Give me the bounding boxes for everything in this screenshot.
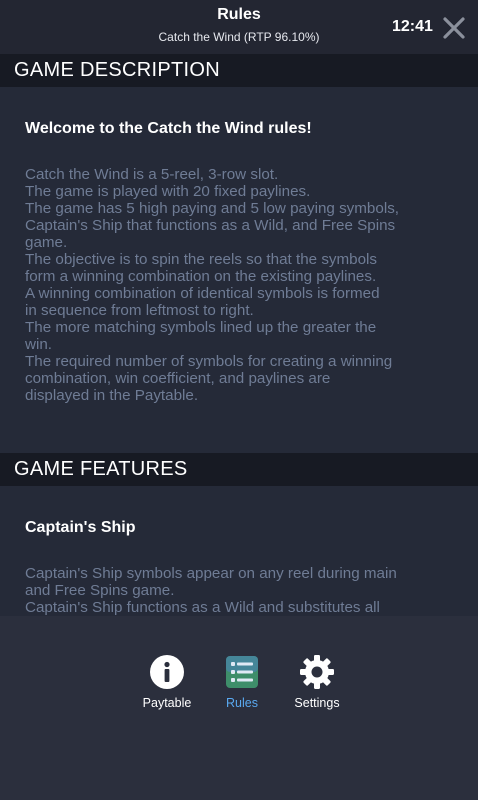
nav-label-settings: Settings: [294, 696, 340, 710]
text-line: and Free Spins game.: [25, 582, 175, 599]
header-bar: Rules Catch the Wind (RTP 96.10%) 12:41: [0, 0, 478, 54]
text-line: combination, win coefficient, and paylin…: [25, 370, 331, 387]
section-body-game-features: Captain's Ship Captain's Ship symbols ap…: [0, 486, 478, 616]
text-line: Captain's Ship symbols appear on any ree…: [25, 565, 397, 582]
info-icon: [150, 655, 184, 689]
bottom-nav: Paytable Rules Settings: [0, 616, 478, 800]
nav-settings[interactable]: Settings: [272, 654, 362, 710]
text-line: The more matching symbols lined up the g…: [25, 319, 377, 336]
text-line: form a winning combination on the existi…: [25, 268, 377, 285]
text-line: The objective is to spin the reels so th…: [25, 251, 378, 268]
text-line: displayed in the Paytable.: [25, 387, 199, 404]
clock-time: 12:41: [392, 18, 433, 35]
text-line: game.: [25, 234, 68, 251]
text-line: in sequence from leftmost to right.: [25, 302, 254, 319]
section-header-game-features: GAME FEATURES: [0, 453, 478, 486]
text-line: Catch the Wind is a 5-reel, 3-row slot.: [25, 166, 279, 183]
section-body-game-description: Welcome to the Catch the Wind rules! Cat…: [0, 87, 478, 453]
section-subheading: Welcome to the Catch the Wind rules!: [25, 120, 312, 137]
rules-content[interactable]: GAME DESCRIPTION Welcome to the Catch th…: [0, 54, 478, 616]
close-icon: [443, 17, 465, 39]
text-line: The game is played with 20 fixed payline…: [25, 183, 311, 200]
close-button[interactable]: [440, 14, 468, 42]
text-line: Captain's Ship that functions as a Wild,…: [25, 217, 396, 234]
text-line: A winning combination of identical symbo…: [25, 285, 380, 302]
gear-icon: [300, 655, 334, 689]
description-text: Catch the Wind is a 5-reel, 3-row slot. …: [25, 166, 453, 404]
section-header-game-description: GAME DESCRIPTION: [0, 54, 478, 87]
text-line: The required number of symbols for creat…: [25, 353, 393, 370]
text-line: The game has 5 high paying and 5 low pay…: [25, 200, 400, 217]
features-text: Captain's Ship symbols appear on any ree…: [25, 565, 453, 616]
list-icon: [226, 656, 258, 688]
section-subheading: Captain's Ship: [25, 519, 136, 536]
text-line: win.: [25, 336, 53, 353]
text-line: Captain's Ship functions as a Wild and s…: [25, 599, 380, 616]
